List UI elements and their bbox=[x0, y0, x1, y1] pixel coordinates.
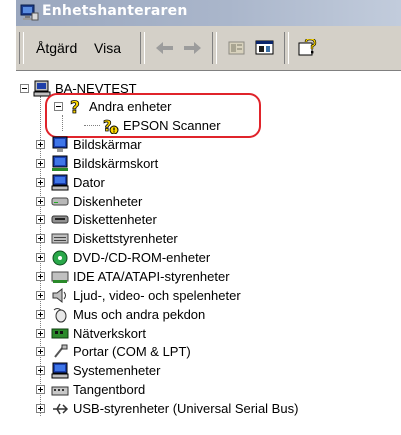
tree-item-category[interactable]: Diskettstyrenheter bbox=[36, 228, 178, 248]
keyboard-icon bbox=[51, 386, 69, 395]
tree-item-category[interactable]: DVD-/CD-ROM-enheter bbox=[36, 247, 210, 267]
expand-toggle[interactable] bbox=[36, 196, 45, 206]
computer-icon bbox=[51, 174, 69, 190]
expand-toggle[interactable] bbox=[36, 177, 45, 187]
category-label: DVD-/CD-ROM-enheter bbox=[73, 249, 211, 265]
forward-arrow-icon bbox=[184, 42, 201, 54]
back-arrow-icon bbox=[156, 42, 173, 54]
toolbar-grip bbox=[19, 32, 24, 64]
category-label: Dator bbox=[73, 174, 105, 190]
disk-drive-icon bbox=[51, 197, 69, 205]
mouse-icon bbox=[53, 307, 67, 322]
device-manager-icon bbox=[20, 4, 39, 21]
tree-item-category[interactable]: Diskettenheter bbox=[36, 209, 157, 229]
expand-toggle[interactable] bbox=[36, 365, 45, 375]
tree-item-category[interactable]: Bildskärmskort bbox=[36, 153, 158, 173]
tree-item-category[interactable]: Nätverkskort bbox=[36, 323, 146, 343]
monitor-icon bbox=[52, 136, 68, 152]
usb-icon bbox=[53, 403, 69, 414]
category-label: USB-styrenheter (Universal Serial Bus) bbox=[73, 400, 299, 416]
expand-toggle[interactable] bbox=[36, 328, 45, 338]
expand-toggle[interactable] bbox=[36, 290, 45, 300]
help-icon bbox=[298, 39, 317, 56]
category-label: Bildskärmskort bbox=[73, 155, 159, 171]
category-label: Systemenheter bbox=[73, 362, 161, 378]
category-label: Diskenheter bbox=[73, 193, 143, 209]
category-label: Tangentbord bbox=[73, 381, 146, 397]
expand-toggle[interactable] bbox=[36, 403, 45, 413]
expand-toggle[interactable] bbox=[36, 271, 45, 281]
menu-toolbar: Åtgärd Visa bbox=[16, 26, 401, 71]
forward-button[interactable] bbox=[179, 36, 205, 60]
tree-item-category[interactable]: USB-styrenheter (Universal Serial Bus) bbox=[36, 398, 298, 418]
title-bar[interactable]: Enhetshanteraren bbox=[16, 0, 401, 26]
menu-view[interactable]: Visa bbox=[94, 40, 121, 56]
system-device-icon bbox=[51, 362, 69, 378]
sound-icon bbox=[52, 287, 66, 303]
expand-toggle[interactable] bbox=[36, 384, 45, 394]
category-label: IDE ATA/ATAPI-styrenheter bbox=[73, 268, 230, 284]
display-adapter-icon bbox=[52, 155, 68, 171]
expand-toggle[interactable] bbox=[36, 139, 45, 149]
computer-icon bbox=[33, 80, 51, 96]
folder-tree-icon bbox=[228, 41, 245, 55]
network-card-icon bbox=[51, 328, 69, 338]
category-label: Bildskärmar bbox=[73, 136, 142, 152]
port-icon bbox=[54, 344, 68, 358]
tree-item-category[interactable]: IDE ATA/ATAPI-styrenheter bbox=[36, 266, 230, 286]
help-button[interactable] bbox=[295, 36, 321, 60]
tree-item-category[interactable]: Diskenheter bbox=[36, 191, 142, 211]
properties-icon bbox=[255, 40, 274, 55]
show-tree-button[interactable] bbox=[224, 36, 250, 60]
floppy-controller-icon bbox=[51, 233, 69, 243]
menu-action[interactable]: Åtgärd bbox=[36, 40, 77, 56]
expand-toggle[interactable] bbox=[36, 158, 45, 168]
toolbar-separator bbox=[212, 32, 217, 64]
tree-item-category[interactable]: Mus och andra pekdon bbox=[36, 304, 205, 324]
category-label: Ljud-, video- och spelenheter bbox=[73, 287, 241, 303]
tree-item-category[interactable]: Ljud-, video- och spelenheter bbox=[36, 285, 241, 305]
dvd-cdrom-icon bbox=[52, 250, 68, 265]
expand-toggle[interactable] bbox=[36, 233, 45, 243]
category-label: Nätverkskort bbox=[73, 325, 146, 341]
tree-item-category[interactable]: Bildskärmar bbox=[36, 134, 142, 154]
red-highlight-annotation bbox=[45, 93, 261, 138]
collapse-toggle[interactable] bbox=[20, 83, 29, 93]
properties-button[interactable] bbox=[252, 36, 278, 60]
tree-item-category[interactable]: Dator bbox=[36, 172, 105, 192]
ide-controller-icon bbox=[51, 271, 69, 283]
toolbar-separator bbox=[140, 32, 145, 64]
window-title: Enhetshanteraren bbox=[42, 3, 188, 19]
category-label: Diskettenheter bbox=[73, 211, 157, 227]
tree-item-category[interactable]: Systemenheter bbox=[36, 360, 160, 380]
tree-item-category[interactable]: Portar (COM & LPT) bbox=[36, 341, 191, 361]
expand-toggle[interactable] bbox=[36, 252, 45, 262]
back-button[interactable] bbox=[152, 36, 178, 60]
category-label: Portar (COM & LPT) bbox=[73, 343, 191, 359]
expand-toggle[interactable] bbox=[36, 346, 45, 356]
tree-item-category[interactable]: Tangentbord bbox=[36, 379, 145, 399]
category-label: Mus och andra pekdon bbox=[73, 306, 206, 322]
category-label: Diskettstyrenheter bbox=[73, 230, 178, 246]
expand-toggle[interactable] bbox=[36, 214, 45, 224]
expand-toggle[interactable] bbox=[36, 309, 45, 319]
toolbar-separator bbox=[284, 32, 289, 64]
floppy-drive-icon bbox=[51, 215, 69, 223]
